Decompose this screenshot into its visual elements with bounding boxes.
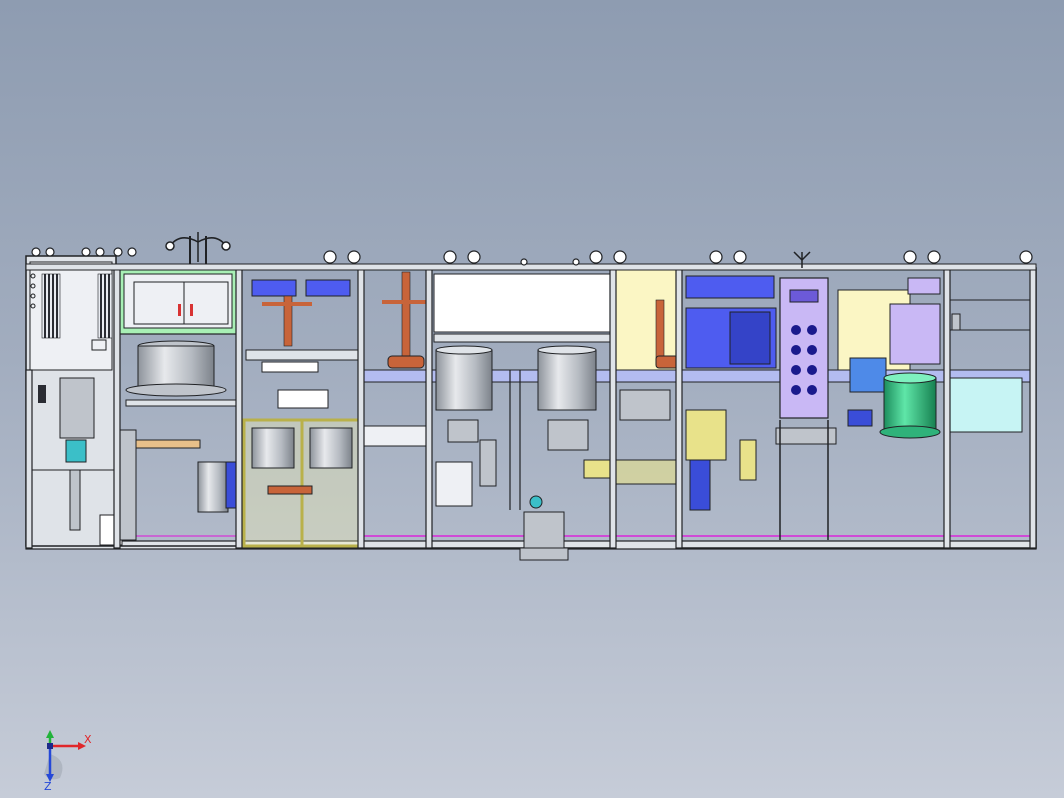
station-2-bowl-feeder[interactable] (115, 236, 241, 547)
station-4-transfer[interactable] (361, 267, 431, 549)
x-axis-label: X (84, 733, 92, 746)
z-axis-label: Z (44, 780, 52, 790)
axis-triad: X Z Y (44, 730, 92, 790)
station-9-outfeed[interactable] (947, 267, 1037, 549)
y-axis-arrow (46, 730, 54, 738)
station-5-main-assembly[interactable] (429, 267, 615, 561)
bottom-foot (519, 547, 569, 561)
assembly-line-model[interactable] (0, 0, 1064, 798)
station-1-control-cabinet[interactable] (25, 255, 123, 547)
station-8-green-feeder[interactable] (837, 277, 941, 439)
station-3-dual-feeder[interactable] (239, 267, 363, 549)
top-casters (31, 247, 1033, 266)
cad-viewport[interactable]: X Z Y (0, 0, 1064, 798)
top-frame-rail (25, 263, 1037, 271)
